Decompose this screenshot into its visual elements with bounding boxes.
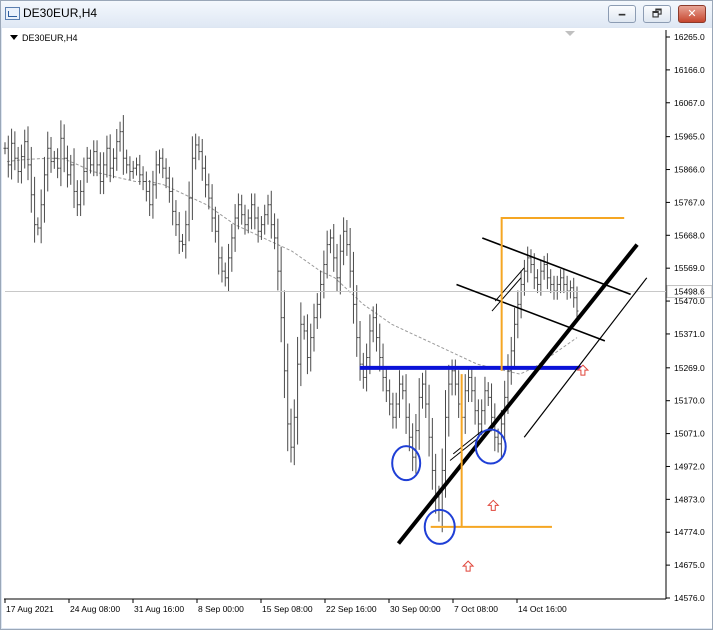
price-tick-label: 15269.0	[674, 363, 705, 373]
price-tick-label: 15866.0	[674, 165, 705, 175]
price-tick-label: 14675.0	[674, 560, 705, 570]
price-tick-label: 15071.0	[674, 429, 705, 439]
time-tick-label: 24 Aug 08:00	[70, 604, 120, 614]
price-tick-label: 15569.0	[674, 263, 705, 273]
price-tick-label: 16265.0	[674, 32, 705, 42]
close-button[interactable]: ✕	[678, 5, 706, 23]
time-tick-label: 7 Oct 08:00	[454, 604, 498, 614]
price-tick-label: 15170.0	[674, 396, 705, 406]
time-tick-label: 31 Aug 16:00	[134, 604, 184, 614]
time-tick-label: 8 Sep 00:00	[198, 604, 244, 614]
time-tick-label: 14 Oct 16:00	[518, 604, 567, 614]
chart-symbol-label: DE30EUR,H4	[22, 33, 78, 43]
chart-area[interactable]: DE30EUR,H4 16265.0 16166.0 16067.0 15965.0 1…	[2, 28, 713, 628]
price-tick-label: 14576.0	[674, 593, 705, 603]
price-tick-label: 14774.0	[674, 527, 705, 537]
price-tick-label: 15767.0	[674, 197, 705, 207]
time-tick-label: 15 Sep 08:00	[262, 604, 313, 614]
minimize-button[interactable]: 🗕	[608, 5, 636, 23]
time-tick-label: 22 Sep 16:00	[326, 604, 377, 614]
price-tick-label: 16067.0	[674, 98, 705, 108]
price-chart[interactable]: DE30EUR,H4 16265.0 16166.0 16067.0 15965.0 1…	[2, 28, 713, 628]
price-tick-label: 15371.0	[674, 329, 705, 339]
current-price-label: 15498.6	[674, 287, 705, 297]
price-tick-label: 15965.0	[674, 132, 705, 142]
time-tick-label: 30 Sep 00:00	[390, 604, 441, 614]
time-tick-label: 17 Aug 2021	[6, 604, 54, 614]
title-bar[interactable]: DE30EUR,H4 🗕 🗗 ✕	[1, 1, 712, 27]
window-title: DE30EUR,H4	[23, 6, 98, 20]
maximize-button[interactable]: 🗗	[643, 5, 671, 23]
terminal-window: DE30EUR,H4 🗕 🗗 ✕ DE30EUR,H4 16265.0 16166…	[0, 0, 713, 630]
chart-window-icon	[5, 7, 20, 20]
price-tick-label: 15668.0	[674, 230, 705, 240]
price-tick-label: 16166.0	[674, 65, 705, 75]
price-tick-label: 14873.0	[674, 494, 705, 504]
price-tick-label: 14972.0	[674, 461, 705, 471]
